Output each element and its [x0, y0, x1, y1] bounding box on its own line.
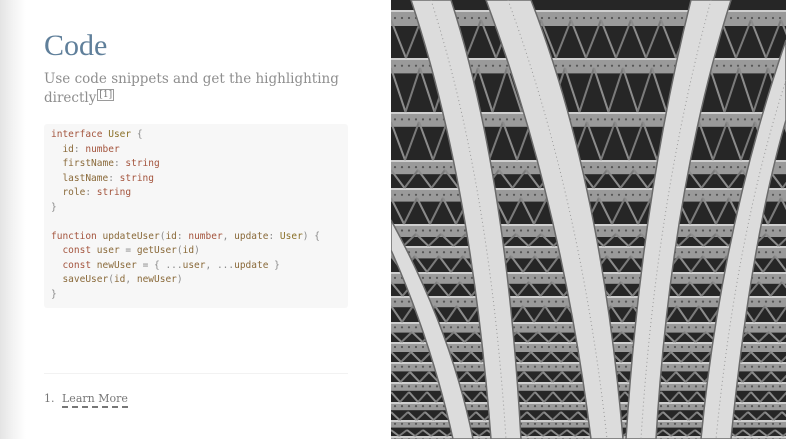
code-token: , ...: [205, 259, 235, 271]
learn-more-link[interactable]: Learn More: [62, 392, 128, 408]
code-token: newUser: [136, 274, 177, 285]
code-snippet: interface User { id: number firstName: s…: [44, 124, 348, 308]
code-token: User: [279, 230, 303, 242]
code-token: number: [188, 230, 223, 242]
code-token: updateUser: [102, 230, 160, 242]
code-token: }: [51, 201, 57, 213]
code-token: lastName: [62, 172, 109, 184]
code-token: :: [176, 230, 189, 242]
bridge-photo: [391, 0, 786, 439]
code-token: update: [234, 259, 269, 271]
code-token: firstName: [62, 158, 114, 169]
code-line: const user = getUser(id): [51, 244, 341, 259]
code-line: role: string: [51, 186, 341, 201]
footnote-number: 1.: [44, 392, 55, 405]
slide: Code Use code snippets and get the highl…: [0, 0, 786, 439]
code-token: string: [119, 172, 154, 184]
code-line: }: [51, 288, 341, 303]
code-line: firstName: string: [51, 157, 341, 172]
footnote-reference[interactable]: [1]: [97, 89, 115, 101]
code-token: id: [165, 230, 177, 242]
code-token: const: [62, 245, 92, 256]
code-token: ): [176, 274, 183, 285]
code-token: :: [268, 230, 280, 242]
footnotes-divider: [44, 373, 348, 374]
code-token: :: [73, 143, 86, 155]
left-shadow-edge: [0, 0, 26, 439]
code-token: interface: [51, 129, 103, 140]
code-token: user: [182, 259, 206, 271]
slide-content: Code Use code snippets and get the highl…: [44, 0, 350, 439]
code-line: const newUser = { ...user, ...update }: [51, 259, 341, 274]
code-token: :: [85, 187, 97, 198]
code-token: ,: [222, 230, 235, 242]
code-line: id: number: [51, 143, 341, 158]
code-token: id: [182, 245, 195, 256]
code-token: string: [125, 158, 160, 169]
code-token: update: [234, 230, 269, 242]
code-token: saveUser: [62, 274, 109, 285]
code-token: role: [62, 187, 86, 198]
code-line: function updateUser(id: number, update: …: [51, 230, 341, 245]
code-token: const: [62, 259, 92, 271]
code-token: id: [113, 274, 126, 285]
code-token: ) {: [302, 230, 320, 242]
code-token: getUser: [136, 245, 177, 256]
code-token: function: [51, 230, 97, 242]
code-token: = { ...: [136, 259, 183, 271]
code-token: :: [108, 172, 120, 184]
code-line: saveUser(id, newUser): [51, 273, 341, 288]
code-token: id: [62, 143, 74, 155]
code-token: =: [119, 245, 137, 256]
code-token: ,: [125, 274, 137, 285]
code-token: User: [108, 129, 132, 140]
code-token: }: [268, 259, 280, 271]
code-token: number: [85, 143, 120, 155]
code-line: lastName: string: [51, 172, 341, 187]
slide-subtitle: Use code snippets and get the highlighti…: [44, 70, 344, 108]
code-token: {: [131, 129, 143, 140]
footnote-item: 1. Learn More: [44, 390, 128, 408]
code-line: interface User {: [51, 128, 341, 143]
footnotes-list: 1. Learn More: [44, 390, 128, 408]
code-token: :: [113, 158, 126, 169]
code-token: user: [96, 245, 120, 256]
code-token: }: [51, 288, 57, 300]
code-token: string: [96, 187, 132, 198]
code-line: }: [51, 201, 341, 216]
code-token: ): [194, 245, 200, 256]
code-token: newUser: [96, 259, 137, 271]
subtitle-text: Use code snippets and get the highlighti…: [44, 71, 339, 106]
slide-title: Code: [44, 29, 108, 62]
